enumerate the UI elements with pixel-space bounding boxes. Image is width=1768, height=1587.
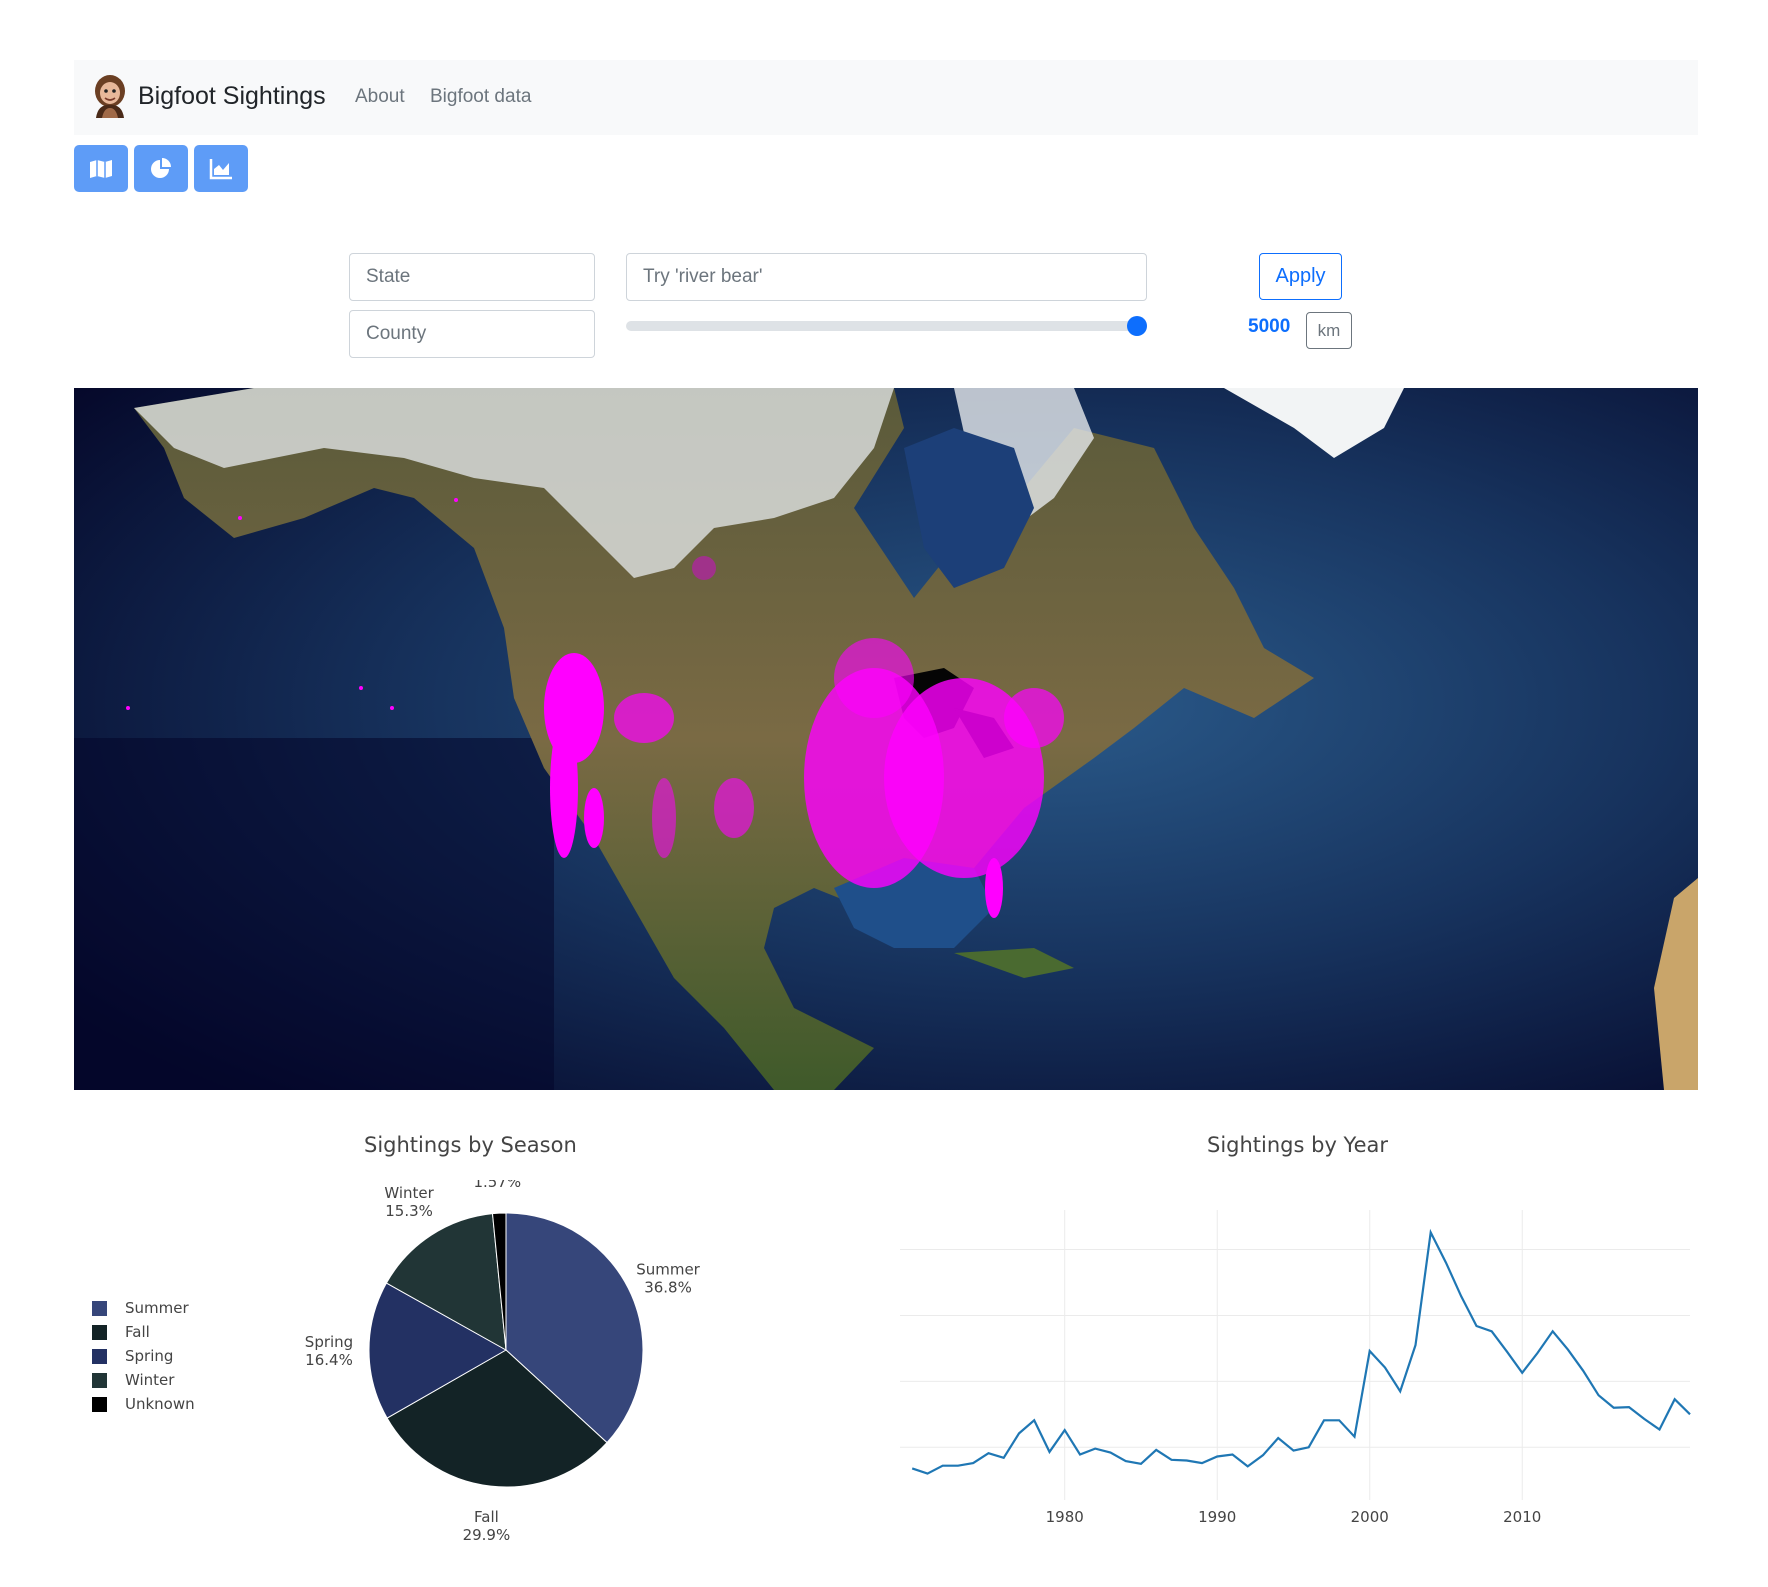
legend-item[interactable]: Spring bbox=[92, 1344, 195, 1368]
legend-swatch bbox=[92, 1372, 107, 1388]
legend-swatch bbox=[92, 1300, 107, 1316]
pie-label-winter: Winter 15.3% bbox=[384, 1184, 434, 1220]
legend-item[interactable]: Winter bbox=[92, 1368, 195, 1392]
brand-title: Bigfoot Sightings bbox=[138, 81, 326, 110]
legend-item[interactable]: Unknown bbox=[92, 1392, 195, 1416]
satellite-map-image bbox=[74, 388, 1698, 1090]
x-tick-label: 1990 bbox=[1198, 1508, 1236, 1526]
map-icon bbox=[90, 159, 112, 178]
x-tick-label: 2000 bbox=[1351, 1508, 1389, 1526]
navbar: Bigfoot Sightings About Bigfoot data bbox=[74, 60, 1698, 135]
year-line-chart[interactable]: 1980 1990 2000 2010 bbox=[880, 1200, 1700, 1540]
bigfoot-avatar-icon bbox=[95, 75, 125, 118]
state-input[interactable] bbox=[349, 253, 595, 301]
pie-view-button[interactable] bbox=[134, 145, 188, 192]
area-view-button[interactable] bbox=[194, 145, 248, 192]
x-tick-label: 1980 bbox=[1046, 1508, 1084, 1526]
legend-label: Spring bbox=[125, 1347, 174, 1365]
legend-swatch bbox=[92, 1396, 107, 1412]
pie-label-spring: Spring 16.4% bbox=[305, 1333, 353, 1369]
legend-swatch bbox=[92, 1324, 107, 1340]
legend-item[interactable]: Summer bbox=[92, 1296, 195, 1320]
county-input[interactable] bbox=[349, 310, 595, 358]
legend-label: Summer bbox=[125, 1299, 189, 1317]
pie-label-unknown: Unknown1.57% bbox=[462, 1180, 532, 1191]
pie-label-summer: Summer 36.8% bbox=[636, 1261, 700, 1297]
nav-link-bigfoot-data[interactable]: Bigfoot data bbox=[430, 86, 531, 108]
sightings-line[interactable] bbox=[911, 1228, 1691, 1475]
season-chart-title: Sightings by Season bbox=[364, 1133, 577, 1157]
radius-slider-track[interactable] bbox=[626, 321, 1139, 331]
legend-label: Unknown bbox=[125, 1395, 195, 1413]
radius-slider-thumb[interactable] bbox=[1127, 316, 1147, 336]
season-legend: Summer Fall Spring Winter Unknown bbox=[92, 1296, 195, 1416]
map-view-button[interactable] bbox=[74, 145, 128, 192]
navbar-brand[interactable]: Bigfoot Sightings bbox=[92, 74, 326, 118]
legend-swatch bbox=[92, 1348, 107, 1364]
radius-unit: km bbox=[1306, 312, 1352, 349]
legend-label: Winter bbox=[125, 1371, 175, 1389]
sightings-map[interactable] bbox=[74, 388, 1698, 1090]
x-tick-label: 2010 bbox=[1503, 1508, 1541, 1526]
apply-button[interactable]: Apply bbox=[1259, 253, 1342, 300]
season-pie-chart[interactable]: Summer 36.8% Fall 29.9% Spring 16.4% Winter 15.… bbox=[300, 1180, 760, 1540]
search-input[interactable] bbox=[626, 253, 1147, 301]
year-chart-title: Sightings by Year bbox=[1207, 1133, 1389, 1157]
pie-chart-icon bbox=[151, 157, 171, 178]
legend-item[interactable]: Fall bbox=[92, 1320, 195, 1344]
area-chart-icon bbox=[209, 158, 232, 179]
nav-link-about[interactable]: About bbox=[355, 86, 405, 108]
pie-label-fall: Fall 29.9% bbox=[463, 1508, 511, 1540]
radius-value: 5000 bbox=[1248, 316, 1291, 337]
legend-label: Fall bbox=[125, 1323, 150, 1341]
